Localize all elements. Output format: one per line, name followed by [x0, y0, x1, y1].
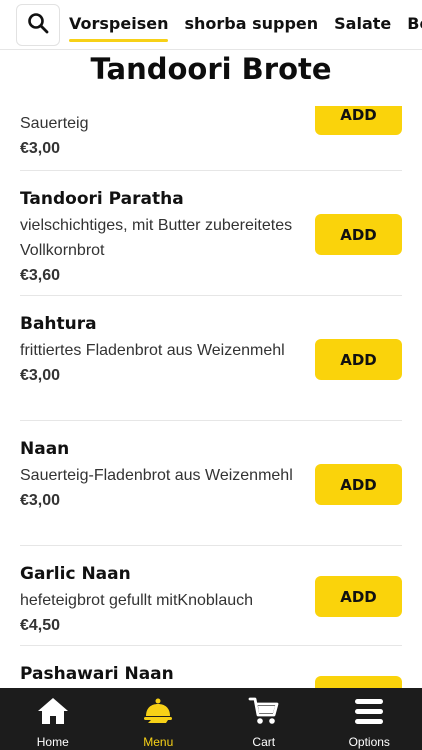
nav-home-label: Home — [36, 735, 69, 749]
tab-vorspeisen[interactable]: Vorspeisen — [69, 0, 169, 42]
category-tabs: Vorspeisen shorba suppen Salate Beil — [69, 0, 422, 49]
menu-cloche-icon — [142, 696, 174, 731]
add-button[interactable]: ADD — [315, 214, 402, 255]
nav-options-label: Options — [348, 735, 390, 749]
item-description: vielschichtiges, mit Butter zubereitetes… — [20, 217, 293, 259]
item-name: Bahtura — [20, 314, 97, 334]
item-price: €4,50 — [20, 617, 61, 634]
item-price: €3,00 — [20, 492, 61, 509]
nav-menu[interactable]: Menu — [106, 688, 212, 750]
nav-cart[interactable]: Cart — [211, 688, 317, 750]
item-description: frittiertes Fladenbrot aus Weizenmehl — [20, 342, 285, 359]
home-icon — [36, 696, 70, 731]
item-price: €3,00 — [20, 367, 61, 384]
item-description: Sauerteig — [20, 115, 89, 132]
add-button[interactable]: ADD — [315, 339, 402, 380]
nav-options[interactable]: Options — [317, 688, 422, 750]
item-description: Sauerteig-Fladenbrot aus Weizenmehl — [20, 467, 293, 484]
item-description: hefeteigbrot gefullt mitKnoblauch — [20, 592, 254, 609]
category-bar: Vorspeisen shorba suppen Salate Beil — [0, 0, 422, 50]
add-button[interactable]: ADD — [315, 676, 402, 688]
tab-shorba-suppen[interactable]: shorba suppen — [184, 0, 318, 42]
nav-cart-label: Cart — [252, 735, 276, 749]
list-item: Bahtura frittiertes Fladenbrot aus Weize… — [20, 296, 402, 421]
search-button[interactable] — [16, 4, 60, 46]
list-item: Tandoori Paratha vielschichtiges, mit Bu… — [20, 171, 402, 296]
item-price: €3,60 — [20, 267, 61, 284]
nav-menu-label: Menu — [143, 735, 174, 749]
add-button[interactable]: ADD — [315, 464, 402, 505]
nav-home[interactable]: Home — [0, 688, 106, 750]
item-name: Naan — [20, 439, 70, 459]
menu-item-list[interactable]: Sauerteig €3,00 ADD Tandoori Paratha vie… — [0, 106, 422, 688]
item-name: Garlic Naan — [20, 564, 131, 584]
bottom-navigation: Home Menu Cart Options — [0, 688, 422, 750]
list-item: Sauerteig €3,00 ADD — [20, 106, 402, 171]
tab-beilagen[interactable]: Beil — [407, 0, 422, 42]
item-name: Tandoori Paratha — [20, 189, 184, 209]
item-price: €3,00 — [20, 140, 61, 157]
item-name: Pashawari Naan — [20, 664, 174, 684]
add-button[interactable]: ADD — [315, 106, 402, 135]
hamburger-icon — [353, 696, 385, 731]
add-button[interactable]: ADD — [315, 576, 402, 617]
section-title: Tandoori Brote — [90, 52, 332, 86]
search-icon — [27, 12, 49, 39]
list-item: Naan Sauerteig-Fladenbrot aus Weizenmehl… — [20, 421, 402, 546]
tab-salate[interactable]: Salate — [334, 0, 391, 42]
list-item: Pashawari Naan ADD — [20, 646, 402, 688]
list-item: Garlic Naan hefeteigbrot gefullt mitKnob… — [20, 546, 402, 646]
cart-icon — [248, 696, 280, 731]
